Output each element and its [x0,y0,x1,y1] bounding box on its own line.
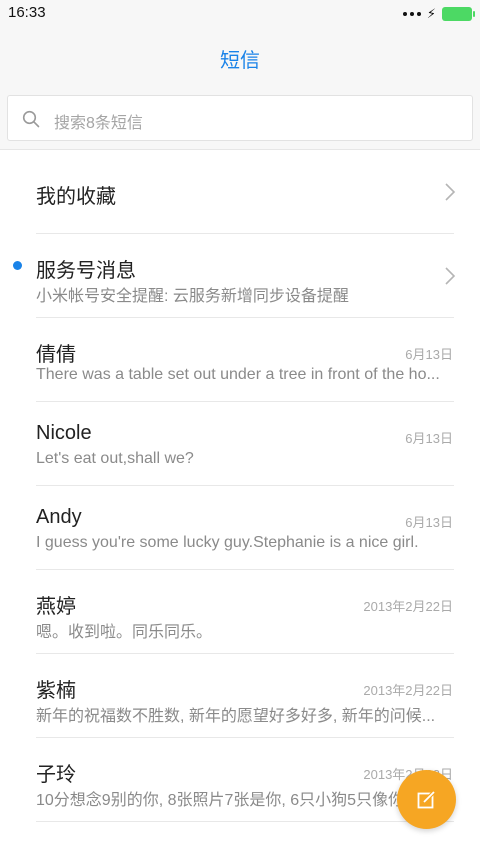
signal-icon [402,12,421,16]
contact-name: Andy [36,506,82,528]
message-preview: 嗯。收到啦。同乐同乐。 [36,624,213,641]
search-area: 搜索8条短信 [0,86,480,150]
conversation-row[interactable]: 倩倩 6月13日 There was a table set out under… [0,318,480,402]
status-bar: 16:33 ⚡ [0,0,480,28]
search-icon [22,110,40,128]
message-preview: There was a table set out under a tree i… [36,366,440,383]
unread-dot [13,261,22,270]
message-preview: I guess you're some lucky guy.Stephanie … [36,534,419,551]
chevron-right-icon [445,267,456,285]
status-time: 16:33 [8,4,46,21]
service-messages-label: 服务号消息 [36,260,136,282]
search-placeholder: 搜索8条短信 [54,115,143,132]
compose-icon [417,790,436,809]
title-bar: 短信 [0,28,480,86]
contact-name: 紫楠 [36,680,76,702]
favorites-row[interactable]: 我的收藏 [0,150,480,234]
conversation-row[interactable]: Nicole 6月13日 Let's eat out,shall we? [0,402,480,486]
message-date: 6月13日 [405,515,453,530]
message-date: 6月13日 [405,431,453,446]
battery-icon [442,7,475,21]
message-date: 2013年2月22日 [363,599,453,614]
contact-name: Nicole [36,422,92,444]
search-input[interactable]: 搜索8条短信 [7,95,473,141]
message-preview: Let's eat out,shall we? [36,450,194,467]
contact-name: 子玲 [36,764,76,786]
conversation-row[interactable]: 紫楠 2013年2月22日 新年的祝福数不胜数, 新年的愿望好多好多, 新年的问… [0,654,480,738]
favorites-label: 我的收藏 [36,186,116,208]
message-date: 2013年2月22日 [363,683,453,698]
conversation-row[interactable]: 燕婷 2013年2月22日 嗯。收到啦。同乐同乐。 [0,570,480,654]
page-title: 短信 [220,50,260,72]
contact-name: 倩倩 [36,344,76,366]
compose-button[interactable] [397,770,456,829]
message-preview: 10分想念9别的你, 8张照片7张是你, 6只小狗5只像你... [36,792,418,809]
service-messages-row[interactable]: 服务号消息 小米帐号安全提醒: 云服务新增同步设备提醒 [0,234,480,318]
divider [36,821,454,822]
chevron-right-icon [445,183,456,201]
service-messages-preview: 小米帐号安全提醒: 云服务新增同步设备提醒 [36,288,349,305]
status-indicators: ⚡ [402,6,475,22]
contact-name: 燕婷 [36,596,76,618]
charging-icon: ⚡ [426,6,436,21]
message-list: 我的收藏 服务号消息 小米帐号安全提醒: 云服务新增同步设备提醒 倩倩 6月13… [0,150,480,822]
message-date: 6月13日 [405,347,453,362]
message-preview: 新年的祝福数不胜数, 新年的愿望好多好多, 新年的问候... [36,708,436,725]
conversation-row[interactable]: Andy 6月13日 I guess you're some lucky guy… [0,486,480,570]
